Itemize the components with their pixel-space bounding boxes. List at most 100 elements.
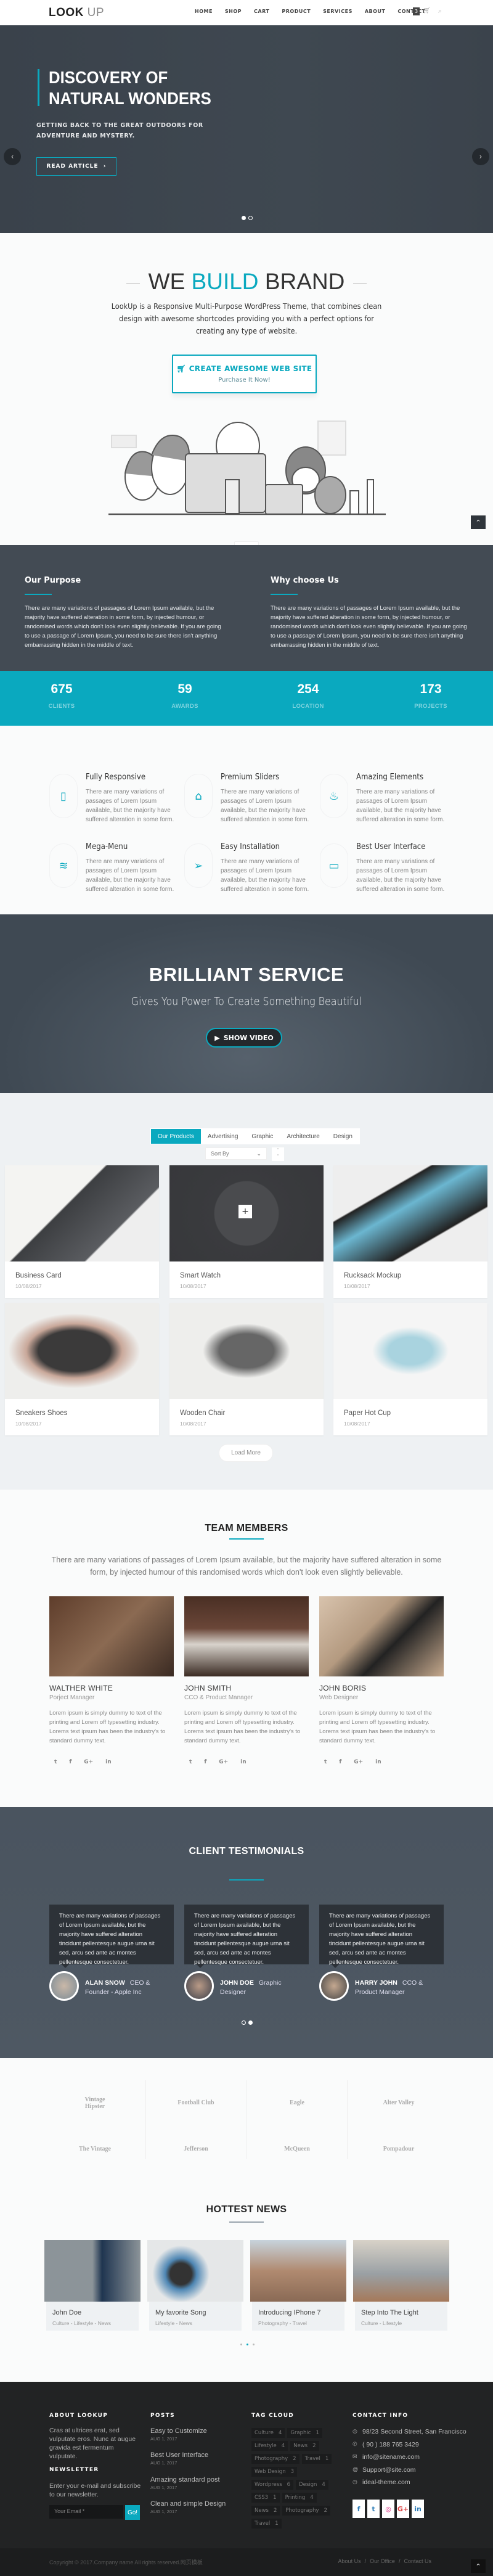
contact-email[interactable]: ✉ info@sitename.com [352, 2453, 420, 2461]
sort-direction-toggle[interactable]: ˄ ˅ [272, 1147, 284, 1161]
dribbble-icon[interactable]: ◎ [382, 2500, 394, 2518]
testimonial: There are many variations of passages of… [184, 1905, 309, 2001]
facebook-icon[interactable]: f [204, 1759, 206, 1765]
cart-icon[interactable]: 🛒︎ [423, 7, 431, 14]
twitter-icon[interactable]: t [54, 1759, 57, 1765]
facebook-icon[interactable]: f [352, 2500, 365, 2518]
our-purpose-title: Our Purpose [25, 576, 81, 585]
tab-graphic[interactable]: Graphic [245, 1129, 280, 1144]
carousel-dot[interactable] [246, 2344, 248, 2345]
portfolio-card[interactable]: Wooden Chair 10/08/2017 [169, 1303, 324, 1435]
tag-wordpress[interactable]: Wordpress 6 [251, 2480, 294, 2490]
tag-news[interactable]: News 2 [290, 2441, 319, 2451]
google-plus-icon[interactable]: G+ [84, 1759, 93, 1765]
sort-by-select[interactable]: Sort By ⌄ [205, 1147, 267, 1160]
linkedin-icon[interactable]: in [240, 1759, 246, 1765]
slider-dot-1[interactable] [242, 2020, 246, 2025]
tag-news[interactable]: News 2 [251, 2506, 280, 2516]
tag-lifestyle[interactable]: Lifestyle 4 [251, 2441, 288, 2451]
portfolio-card[interactable]: Rucksack Mockup 10/08/2017 [333, 1165, 487, 1298]
show-video-button[interactable]: ▶ SHOW VIDEO [206, 1028, 282, 1048]
slider-dot-2[interactable] [248, 2020, 253, 2025]
nav-contact[interactable]: CONTACT [397, 9, 425, 14]
tab-our-products[interactable]: Our Products [151, 1129, 201, 1144]
google-plus-icon[interactable]: G+ [219, 1759, 228, 1765]
tab-design[interactable]: Design [327, 1129, 359, 1144]
chevron-down-icon: ⌄ [256, 1150, 261, 1157]
tab-advertising[interactable]: Advertising [201, 1129, 245, 1144]
link-our-office[interactable]: Our Office [370, 2558, 395, 2564]
link-contact-us[interactable]: Contact Us [404, 2558, 431, 2564]
linkedin-icon[interactable]: in [412, 2500, 424, 2518]
contact-support[interactable]: @ Support@site.com [352, 2466, 416, 2474]
tag-cloud: Culture 4 Graphic 1 Lifestyle 4 News 2 Photograp… [251, 2428, 338, 2529]
brilliant-title: BRILLIANT SERVICE [149, 964, 344, 985]
slider-dot-2[interactable] [248, 216, 253, 220]
wooden-chair-image [169, 1303, 324, 1399]
slider-prev-button[interactable]: ‹ [4, 148, 21, 165]
tag-travel[interactable]: Travel 1 [251, 2519, 282, 2529]
create-website-button[interactable]: 🛒︎ CREATE AWESOME WEB SITE Purchase It N… [172, 355, 317, 393]
tag-travel[interactable]: Travel 1 [301, 2454, 332, 2464]
twitter-icon[interactable]: t [367, 2500, 380, 2518]
nav-shop[interactable]: SHOP [225, 9, 242, 14]
slider-next-button[interactable]: › [472, 148, 489, 165]
carousel-dot[interactable] [253, 2344, 255, 2345]
facebook-icon[interactable]: f [339, 1759, 341, 1765]
portfolio-card[interactable]: Paper Hot Cup 10/08/2017 [333, 1303, 487, 1435]
slider-dot-1[interactable] [242, 216, 246, 220]
portfolio-card[interactable]: Business Card 10/08/2017 [5, 1165, 159, 1298]
plus-icon[interactable]: + [238, 1205, 252, 1218]
read-article-button[interactable]: READ ARTICLE › [36, 157, 116, 176]
carousel-dot[interactable] [240, 2344, 242, 2345]
facebook-icon[interactable]: f [69, 1759, 71, 1765]
search-icon[interactable]: ⌕ [438, 7, 442, 15]
tag-design[interactable]: Design 4 [296, 2480, 328, 2490]
tag-printing[interactable]: Printing 4 [282, 2493, 317, 2503]
scroll-to-top-button[interactable]: ⌃ [471, 2559, 486, 2573]
footer-post[interactable]: Easy to Customize AUG 1, 2017 [150, 2427, 243, 2442]
tag-photography[interactable]: Photography 2 [282, 2506, 330, 2516]
scroll-to-top-button[interactable]: ⌃ [471, 515, 486, 529]
logo[interactable]: LOOK UP [49, 6, 104, 20]
title-underline [229, 2221, 264, 2223]
tag-graphic[interactable]: Graphic 1 [287, 2428, 322, 2438]
nav-cart[interactable]: CART [254, 9, 269, 14]
link-about-us[interactable]: About Us [338, 2558, 361, 2564]
news-card[interactable]: My favorite Song Lifestyle - News [147, 2240, 243, 2331]
team-member: JOHN BORIS Web Designer Lorem ipsum is sim… [319, 1596, 444, 1765]
nav-services[interactable]: SERVICES [323, 9, 352, 14]
news-card[interactable]: John Doe Culture - Lifestyle - News [44, 2240, 141, 2331]
nav-home[interactable]: HOME [195, 9, 213, 14]
load-more-button[interactable]: Load More [219, 1444, 273, 1462]
news-card[interactable]: Step Into The Light Culture - Lifestyle [353, 2240, 449, 2331]
portfolio-card[interactable]: + Smart Watch 10/08/2017 [169, 1165, 324, 1298]
phone-icon: ✆ [352, 2441, 357, 2447]
google-plus-icon[interactable]: G+ [397, 2500, 409, 2518]
contact-website[interactable]: ◷ ideal-theme.com [352, 2479, 410, 2486]
newsletter-email-input[interactable]: Your Email * [49, 2505, 123, 2519]
rucksack-mockup-image [333, 1165, 487, 1261]
tag-web-design[interactable]: Web Design 3 [251, 2467, 298, 2477]
tab-architecture[interactable]: Architecture [280, 1129, 326, 1144]
portfolio-card[interactable]: Sneakers Shoes 10/08/2017 [5, 1303, 159, 1435]
business-card-image [5, 1165, 159, 1261]
tag-css3[interactable]: CSS3 1 [251, 2493, 280, 2503]
twitter-icon[interactable]: t [324, 1759, 327, 1765]
testimonial-quote: There are many variations of passages of… [49, 1905, 174, 1968]
testimonials-section: CLIENT TESTIMONIALS There are many varia… [0, 1807, 493, 2058]
news-card[interactable]: Introducing IPhone 7 Photography - Travel [250, 2240, 346, 2331]
footer-post[interactable]: Clean and simple Design AUG 1, 2017 [150, 2500, 243, 2514]
linkedin-icon[interactable]: in [105, 1759, 112, 1765]
newsletter-submit-button[interactable]: Go! [125, 2505, 140, 2520]
footer-post[interactable]: Best User Interface AUG 1, 2017 [150, 2451, 243, 2466]
linkedin-icon[interactable]: in [375, 1759, 381, 1765]
nav-about[interactable]: ABOUT [365, 9, 386, 14]
footer-links: About Us / Our Office / Contact Us [338, 2558, 431, 2564]
google-plus-icon[interactable]: G+ [354, 1759, 363, 1765]
tag-photography[interactable]: Photography 2 [251, 2454, 299, 2464]
twitter-icon[interactable]: t [189, 1759, 192, 1765]
tag-culture[interactable]: Culture 4 [251, 2428, 285, 2438]
nav-product[interactable]: PRODUCT [282, 9, 311, 14]
footer-post[interactable]: Amazing standard post AUG 1, 2017 [150, 2476, 243, 2490]
